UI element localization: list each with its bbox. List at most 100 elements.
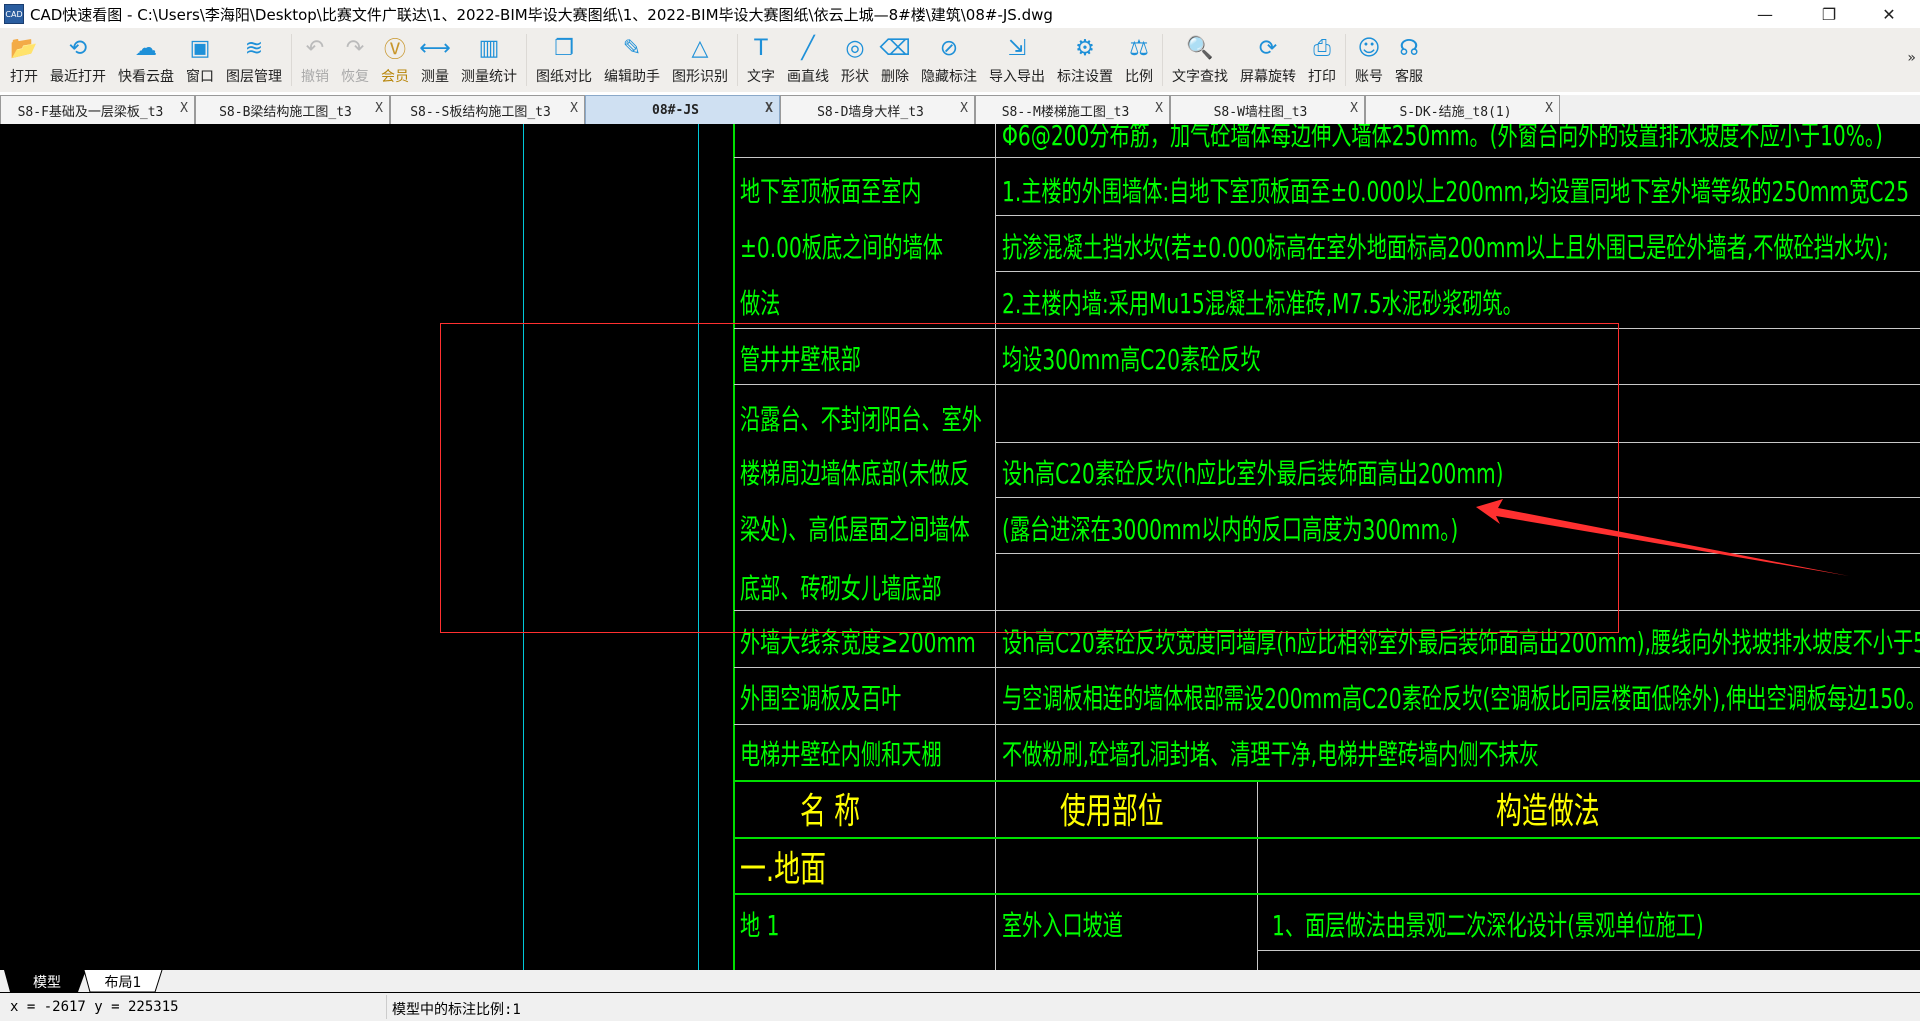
toolbar-button-label: 快看云盘 [118,69,174,85]
toolbar-button-cloud[interactable]: ☁ 快看云盘 [112,30,180,90]
toolbar-button-ruler[interactable]: ⟷ 测量 [415,30,455,90]
close-tab-icon[interactable]: X [1155,101,1163,116]
document-tabs: S8-F基础及一层梁板_t3 X S8-B梁结构施工图_t3 X S8--S板结构施工图… [0,95,1920,124]
tab-document[interactable]: S8-F基础及一层梁板_t3 X [0,95,195,124]
tab-label: S8--S板结构施工图_t3 [410,104,551,120]
toolbar-separator [1345,34,1346,86]
toolbar-overflow-button[interactable]: » [1907,50,1916,66]
compare-icon: ❐ [554,35,574,61]
toolbar-button-label: 客服 [1395,69,1423,85]
toolbar-button-eye-off[interactable]: ⊘ 隐藏标注 [915,30,983,90]
close-tab-icon[interactable]: X [765,101,773,116]
toolbar-button-label: 图形识别 [672,69,728,85]
toolbar-button-history[interactable]: ⟲ 最近打开 [44,30,112,90]
toolbar-separator [526,34,527,86]
toolbar-button-window[interactable]: ▣ 窗口 [180,30,220,90]
eraser-icon: ⌫ [879,35,911,61]
toolbar-button-text[interactable]: T 文字 [741,30,781,90]
close-tab-icon[interactable]: X [180,101,188,116]
toolbar-button-line[interactable]: ╱ 画直线 [781,30,835,90]
tab-label: 08#-JS [652,102,699,118]
close-tab-icon[interactable]: X [375,101,383,116]
tab-document[interactable]: S-DK-结施_t8(1) X [1365,95,1560,124]
close-window-button[interactable]: ✕ [1866,0,1912,28]
toolbar-button-label: 删除 [881,69,909,85]
tab-document[interactable]: S8-W墙柱图_t3 X [1170,95,1365,124]
status-bar: x = -2617 y = 225315 模型中的标注比例:1 [0,993,1920,1021]
layers-icon: ≋ [244,35,264,61]
printer-icon: ⎙ [1313,35,1331,61]
toolbar-button-label: 图纸对比 [536,69,592,85]
tab-layout1[interactable]: 布局1 [88,970,158,993]
restore-button[interactable]: ❐ [1806,0,1852,28]
tab-document[interactable]: S8--S板结构施工图_t3 X [390,95,585,124]
toolbar-button-label: 文字查找 [1172,69,1228,85]
toolbar-button-shape-recognize[interactable]: △ 图形识别 [666,30,734,90]
minimize-button[interactable]: — [1742,0,1788,28]
toolbar-button-label: 比例 [1125,69,1153,85]
folder-open-icon: 📂 [10,35,38,61]
toolbar-button-shape[interactable]: ◎ 形状 [835,30,875,90]
tab-label: S8-F基础及一层梁板_t3 [17,104,164,120]
cloud-icon: ☁ [135,35,157,61]
toolbar-button-folder-open[interactable]: 📂 打开 [4,30,44,90]
toolbar-button-measure-stats[interactable]: ▥ 测量统计 [455,30,523,90]
toolbar-button-label: 标注设置 [1057,69,1113,85]
arrow-icon [1476,499,1849,576]
toolbar-button-label: 账号 [1355,69,1383,85]
window-title: CAD快速看图 - C:\Users\李海阳\Desktop\比赛文件广联达\1… [30,5,1053,24]
tab-model[interactable]: 模型 [12,970,82,993]
toolbar-button-label: 最近打开 [50,69,106,85]
tab-document[interactable]: S8--M楼梯施工图_t3 X [975,95,1170,124]
toolbar-button-label: 编辑助手 [604,69,660,85]
title-bar: CAD CAD快速看图 - C:\Users\李海阳\Desktop\比赛文件广… [0,0,1920,28]
toolbar-button-scale[interactable]: ⚖ 比例 [1119,30,1159,90]
close-tab-icon[interactable]: X [1545,101,1553,116]
toolbar-button-eraser[interactable]: ⌫ 删除 [875,30,915,90]
measure-stats-icon: ▥ [478,35,500,61]
tab-label: S8-B梁结构施工图_t3 [219,104,352,120]
red-arrow-annotation [1476,499,1849,576]
close-tab-icon[interactable]: X [960,101,968,116]
tab-document[interactable]: S8-D墙身大样_t3 X [780,95,975,124]
user-icon: ☺ [1357,35,1381,61]
text-search-icon: 🔍 [1186,35,1214,61]
toolbar-button-label: 屏幕旋转 [1240,69,1296,85]
toolbar-button-label: 测量统计 [461,69,517,85]
tab-document[interactable]: S8-B梁结构施工图_t3 X [195,95,390,124]
toolbar-button-headset[interactable]: ☊ 客服 [1389,30,1429,90]
cursor-coordinates: x = -2617 y = 225315 [10,999,179,1015]
toolbar-button-label: 形状 [841,69,869,85]
rotate-screen-icon: ⟳ [1258,35,1278,61]
toolbar-button-user[interactable]: ☺ 账号 [1349,30,1389,90]
toolbar-button-label: 导入导出 [989,69,1045,85]
toolbar-button-undo[interactable]: ↶ 撤销 [295,30,335,90]
history-icon: ⟲ [68,35,88,61]
app-logo-icon: CAD [4,4,24,24]
tab-label: S8--M楼梯施工图_t3 [1001,104,1130,120]
close-tab-icon[interactable]: X [1350,101,1358,116]
toolbar-button-layers[interactable]: ≋ 图层管理 [220,30,288,90]
toolbar-button-printer[interactable]: ⎙ 打印 [1302,30,1342,90]
import-export-icon: ⇲ [1007,35,1027,61]
toolbar-button-label: 隐藏标注 [921,69,977,85]
toolbar-button-label: 会员 [381,69,409,85]
close-tab-icon[interactable]: X [570,101,578,116]
toolbar-button-annotation-settings[interactable]: ⚙ 标注设置 [1051,30,1119,90]
tab-label: S8-D墙身大样_t3 [817,104,924,120]
undo-icon: ↶ [305,35,325,61]
toolbar-button-label: 打印 [1308,69,1336,85]
drawing-canvas[interactable]: Φ6@200分布筋，加气砼墙体每边伸入墙体250mm。(外窗台向外的设置排水坡度… [0,124,1920,970]
toolbar-separator [1162,34,1163,86]
toolbar-button-edit-assistant[interactable]: ✎ 编辑助手 [598,30,666,90]
toolbar-button-import-export[interactable]: ⇲ 导入导出 [983,30,1051,90]
toolbar-button-vip[interactable]: Ⓥ 会员 [375,30,415,90]
tab-document[interactable]: 08#-JS X [585,95,780,124]
toolbar-button-label: 撤销 [301,69,329,85]
toolbar-button-text-search[interactable]: 🔍 文字查找 [1166,30,1234,90]
toolbar-button-compare[interactable]: ❐ 图纸对比 [530,30,598,90]
toolbar-button-rotate-screen[interactable]: ⟳ 屏幕旋转 [1234,30,1302,90]
toolbar-button-redo[interactable]: ↷ 恢复 [335,30,375,90]
toolbar-button-label: 打开 [10,69,38,85]
shape-recognize-icon: △ [691,35,709,61]
